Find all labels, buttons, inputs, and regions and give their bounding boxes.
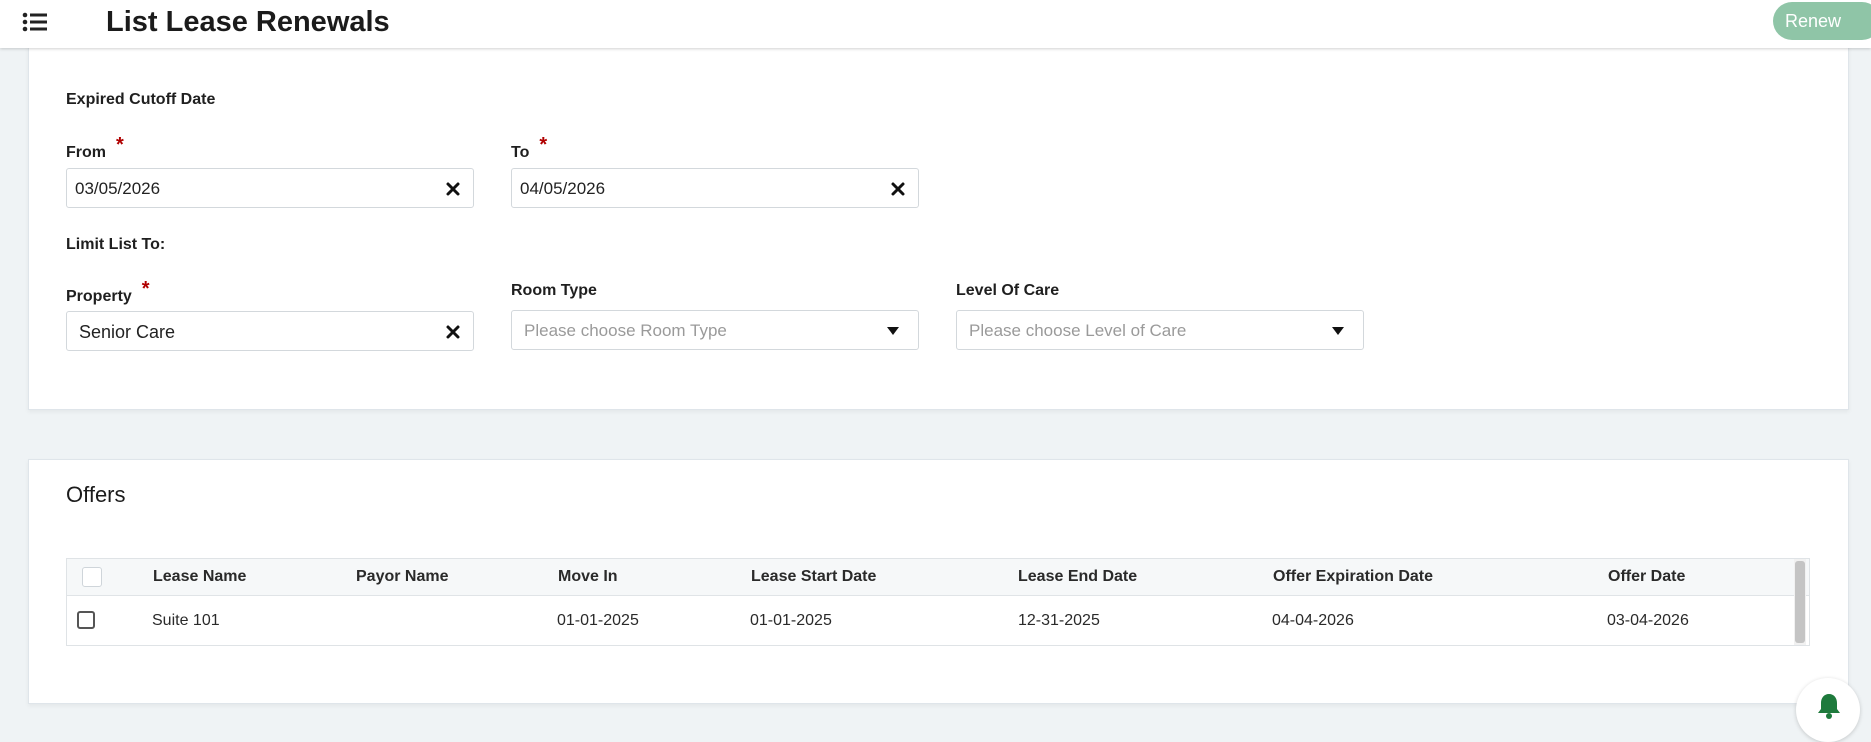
required-marker: * [539, 134, 548, 156]
cell-offer-date: 03-04-2026 [1607, 612, 1689, 629]
column-header-move-in[interactable]: Move In [558, 568, 618, 586]
select-all-checkbox[interactable] [82, 567, 102, 587]
to-date-field[interactable]: 04/05/2026 [511, 168, 919, 208]
to-label: To * [511, 134, 548, 161]
menu-list-icon[interactable] [22, 11, 48, 33]
column-header-offer-expiration-date[interactable]: Offer Expiration Date [1273, 568, 1433, 586]
from-date-value: 03/05/2026 [75, 179, 161, 198]
cell-lease-start-date: 01-01-2025 [750, 612, 832, 629]
room-type-placeholder: Please choose Room Type [524, 321, 727, 340]
clear-icon[interactable] [890, 181, 906, 197]
filters-card: Expired Cutoff Date From * 03/05/2026 To *… [28, 40, 1849, 410]
cell-move-in: 01-01-2025 [557, 612, 639, 629]
cell-offer-expiration-date: 04-04-2026 [1272, 612, 1354, 629]
clear-icon[interactable] [445, 324, 461, 340]
room-type-select[interactable]: Please choose Room Type [511, 310, 919, 350]
column-header-offer-date[interactable]: Offer Date [1608, 568, 1685, 586]
room-type-label: Room Type [511, 282, 597, 299]
cell-lease-name: Suite 101 [152, 612, 220, 629]
from-label: From * [66, 134, 124, 161]
bell-icon [1818, 694, 1840, 719]
table-row[interactable]: Suite 101 01-01-2025 01-01-2025 12-31-20… [67, 595, 1809, 645]
property-value: Senior Care [79, 322, 176, 342]
offers-heading: Offers [66, 482, 126, 507]
notifications-button[interactable] [1796, 678, 1860, 742]
row-checkbox[interactable] [77, 611, 95, 629]
from-date-field[interactable]: 03/05/2026 [66, 168, 474, 208]
to-date-value: 04/05/2026 [520, 179, 606, 198]
offers-table: Lease Name Payor Name Move In Lease Star… [66, 558, 1810, 646]
chevron-down-icon[interactable] [886, 326, 900, 336]
limit-list-heading: Limit List To: [66, 236, 166, 253]
clear-icon[interactable] [445, 181, 461, 197]
expired-cutoff-date-heading: Expired Cutoff Date [66, 91, 216, 108]
scrollbar-thumb[interactable] [1795, 561, 1805, 643]
level-of-care-label: Level Of Care [956, 282, 1060, 299]
required-marker: * [116, 134, 124, 156]
required-marker: * [141, 278, 150, 300]
cell-lease-end-date: 12-31-2025 [1018, 612, 1100, 629]
column-header-lease-start-date[interactable]: Lease Start Date [751, 568, 876, 586]
table-header: Lease Name Payor Name Move In Lease Star… [67, 559, 1809, 596]
table-scrollbar[interactable] [1794, 559, 1806, 645]
level-of-care-placeholder: Please choose Level of Care [969, 321, 1187, 340]
property-label: Property * [66, 278, 150, 305]
column-header-payor-name[interactable]: Payor Name [356, 568, 449, 586]
column-header-lease-name[interactable]: Lease Name [153, 568, 246, 586]
top-bar: List Lease Renewals Renew [0, 0, 1871, 48]
level-of-care-select[interactable]: Please choose Level of Care [956, 310, 1364, 350]
chevron-down-icon[interactable] [1331, 326, 1345, 336]
page-title: List Lease Renewals [106, 6, 390, 38]
property-select[interactable]: Senior Care [66, 311, 474, 351]
column-header-lease-end-date[interactable]: Lease End Date [1018, 568, 1137, 586]
renew-button[interactable]: Renew [1773, 2, 1871, 40]
offers-card: Offers Lease Name Payor Name Move In Lea… [28, 459, 1849, 704]
